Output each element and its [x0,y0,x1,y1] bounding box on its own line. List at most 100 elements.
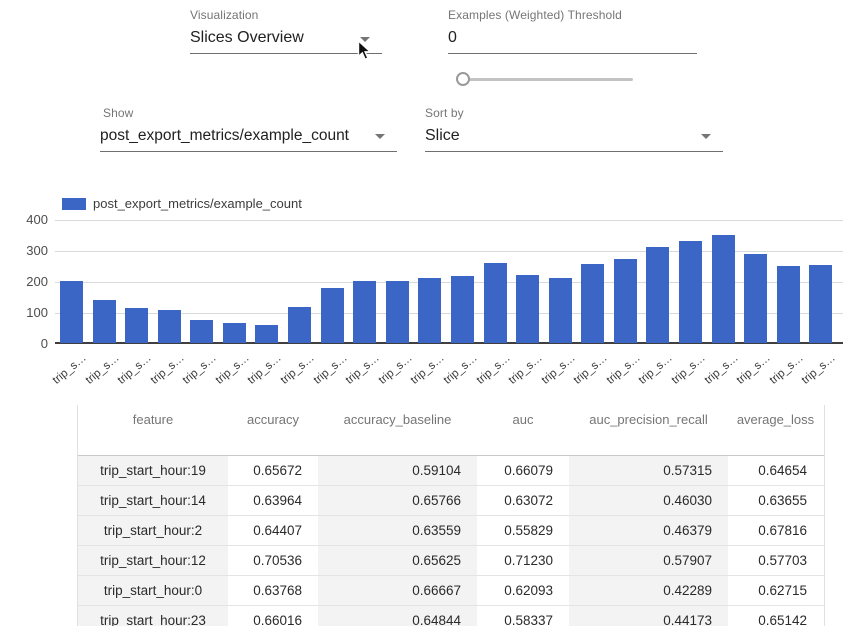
sort-by-value[interactable]: Slice [425,127,723,152]
cell-feature: trip_start_hour:23 [78,606,228,626]
cell-average_loss: 0.65142 [728,606,823,626]
column-header-feature[interactable]: feature [78,405,228,434]
filter-cell-auc [477,434,569,455]
cell-auc_precision_recall: 0.57907 [569,546,728,575]
cell-average_loss: 0.57703 [728,546,823,575]
table-row[interactable]: trip_start_hour:190.656720.591040.660790… [78,455,824,485]
cell-auc: 0.71230 [477,546,569,575]
threshold-slider[interactable] [456,72,633,86]
cell-auc: 0.62093 [477,576,569,605]
cell-accuracy_baseline: 0.66667 [318,576,477,605]
bar-6[interactable] [255,325,278,343]
cell-accuracy: 0.70536 [228,546,318,575]
cell-accuracy: 0.66016 [228,606,318,626]
slider-handle[interactable] [456,72,470,86]
visualization-select[interactable]: Visualization Slices Overview [190,8,382,54]
y-tick-label: 0 [12,336,48,351]
cell-average_loss: 0.64654 [728,456,823,485]
show-select[interactable]: Show post_export_metrics/example_count [100,106,397,152]
bar-11[interactable] [418,278,441,343]
filter-cell-accuracy_baseline [318,434,477,455]
bar-17[interactable] [614,259,637,343]
cell-accuracy_baseline: 0.65625 [318,546,477,575]
bar-19[interactable] [679,241,702,343]
cell-feature: trip_start_hour:19 [78,456,228,485]
table-row[interactable]: trip_start_hour:20.644070.635590.558290.… [78,515,824,545]
threshold-label: Examples (Weighted) Threshold [448,8,697,22]
table-row[interactable]: trip_start_hour:00.637680.666670.620930.… [78,575,824,605]
cell-accuracy_baseline: 0.64844 [318,606,477,626]
cell-accuracy_baseline: 0.65766 [318,486,477,515]
bar-3[interactable] [158,310,181,343]
cell-feature: trip_start_hour:0 [78,576,228,605]
column-header-average_loss[interactable]: average_loss [728,405,823,434]
bar-7[interactable] [288,307,311,343]
table-header-row: featureaccuracyaccuracy_baselineaucauc_p… [78,405,824,434]
table-row[interactable]: trip_start_hour:120.705360.656250.712300… [78,545,824,575]
filter-cell-average_loss [728,434,823,455]
cell-auc: 0.66079 [477,456,569,485]
slices-overview-bar-chart: trip_s…trip_s…trip_s…trip_s…trip_s…trip_… [55,220,843,344]
threshold-field[interactable]: Examples (Weighted) Threshold 0 [448,8,697,54]
cell-auc_precision_recall: 0.44173 [569,606,728,626]
bar-18[interactable] [646,247,669,343]
bar-10[interactable] [386,281,409,343]
cell-accuracy: 0.63768 [228,576,318,605]
visualization-value[interactable]: Slices Overview [190,29,382,54]
threshold-input[interactable]: 0 [448,29,697,54]
chart-legend: post_export_metrics/example_count [62,196,302,211]
cell-average_loss: 0.67816 [728,516,823,545]
y-tick-label: 400 [12,212,48,227]
chevron-down-icon[interactable] [375,134,385,139]
bar-15[interactable] [549,278,572,343]
bar-22[interactable] [777,266,800,343]
column-header-accuracy_baseline[interactable]: accuracy_baseline [318,405,477,434]
y-tick-label: 200 [12,274,48,289]
mouse-cursor-icon [357,40,373,67]
cell-auc: 0.58337 [477,606,569,626]
column-header-auc_precision_recall[interactable]: auc_precision_recall [569,405,728,434]
cell-auc_precision_recall: 0.46030 [569,486,728,515]
cell-feature: trip_start_hour:2 [78,516,228,545]
y-tick-label: 100 [12,305,48,320]
filter-cell-feature [78,434,228,455]
bar-4[interactable] [190,320,213,343]
metrics-table: featureaccuracyaccuracy_baselineaucauc_p… [77,405,825,626]
sort-by-select[interactable]: Sort by Slice [425,106,723,152]
bar-0[interactable] [60,281,83,343]
gridline [55,220,843,221]
bar-23[interactable] [809,265,832,343]
bar-12[interactable] [451,276,474,343]
show-value[interactable]: post_export_metrics/example_count [100,127,397,152]
filter-cell-auc_precision_recall [569,434,728,455]
chevron-down-icon[interactable] [701,134,711,139]
cell-average_loss: 0.62715 [728,576,823,605]
cell-accuracy_baseline: 0.63559 [318,516,477,545]
table-filter-row [78,434,824,455]
bar-8[interactable] [321,288,344,343]
table-row[interactable]: trip_start_hour:140.639640.657660.630720… [78,485,824,515]
slider-track[interactable] [456,78,633,81]
filter-cell-accuracy [228,434,318,455]
cell-auc: 0.63072 [477,486,569,515]
cell-average_loss: 0.63655 [728,486,823,515]
bar-9[interactable] [353,281,376,343]
cell-accuracy: 0.63964 [228,486,318,515]
visualization-label: Visualization [190,8,382,22]
bar-21[interactable] [744,254,767,343]
show-label: Show [103,106,397,120]
bar-14[interactable] [516,275,539,343]
bar-20[interactable] [712,235,735,343]
table-row[interactable]: trip_start_hour:230.660160.648440.583370… [78,605,824,626]
cell-auc_precision_recall: 0.42289 [569,576,728,605]
legend-label: post_export_metrics/example_count [93,196,302,211]
bar-13[interactable] [484,263,507,343]
column-header-auc[interactable]: auc [477,405,569,434]
bar-2[interactable] [125,308,148,343]
bar-5[interactable] [223,323,246,343]
column-header-accuracy[interactable]: accuracy [228,405,318,434]
cell-auc_precision_recall: 0.46379 [569,516,728,545]
cell-accuracy: 0.65672 [228,456,318,485]
bar-1[interactable] [93,300,116,343]
bar-16[interactable] [581,264,604,343]
